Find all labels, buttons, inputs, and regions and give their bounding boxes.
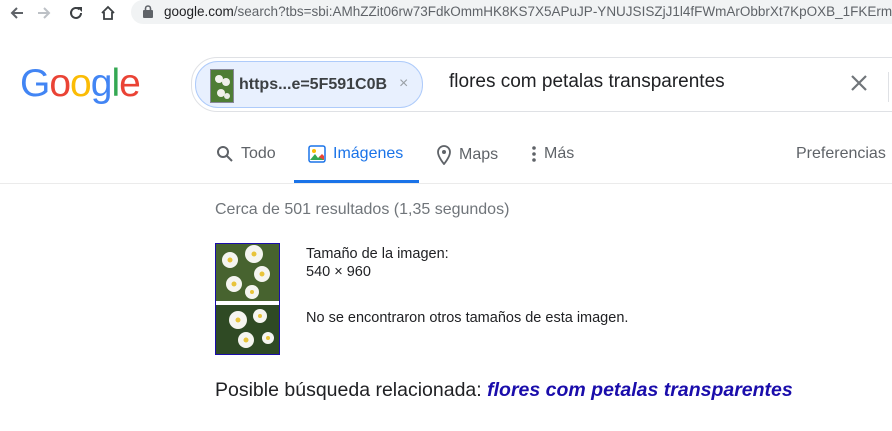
- tab-mas[interactable]: Más: [531, 145, 574, 163]
- tab-maps[interactable]: Maps: [436, 145, 498, 165]
- logo-letter: l: [111, 62, 120, 105]
- tab-label: Todo: [241, 145, 276, 162]
- map-pin-icon: [437, 145, 451, 165]
- image-icon: [308, 145, 326, 163]
- query-image-thumbnail[interactable]: [215, 243, 280, 355]
- logo-letter: g: [90, 62, 113, 105]
- google-logo[interactable]: Google: [20, 62, 141, 106]
- search-query-text[interactable]: flores com petalas transparentes: [449, 71, 725, 93]
- forward-button[interactable]: [33, 2, 55, 24]
- more-vert-icon: [532, 146, 536, 162]
- tab-imagenes[interactable]: Imágenes: [308, 145, 403, 163]
- logo-letter: o: [49, 62, 71, 105]
- preferences-link[interactable]: Preferencias: [796, 145, 886, 163]
- logo-letter: e: [119, 62, 141, 105]
- image-size-label: Tamaño de la imagen:: [306, 246, 449, 262]
- related-search: Posible búsqueda relacionada: flores com…: [215, 379, 793, 402]
- url-domain: google.com: [164, 4, 234, 19]
- tab-todo[interactable]: Todo: [216, 145, 276, 163]
- home-button[interactable]: [97, 2, 119, 24]
- browser-toolbar: google.com/search?tbs=sbi:AMhZZit06rw73F…: [0, 0, 892, 26]
- chip-thumbnail: [210, 69, 234, 103]
- preferences-label: Preferencias: [796, 145, 886, 162]
- related-search-prefix: Posible búsqueda relacionada:: [215, 379, 482, 401]
- related-search-link[interactable]: flores com petalas transparentes: [487, 379, 793, 401]
- no-other-sizes-text: No se encontraron otros tamaños de esta …: [306, 310, 629, 326]
- search-tabs: Todo Imágenes Maps Más Preferencias: [0, 140, 892, 184]
- back-button[interactable]: [6, 2, 28, 24]
- url-path: /search?tbs=sbi:AMhZZit06rw73FdkOmmHK8KS…: [233, 4, 892, 19]
- lock-icon: [143, 5, 153, 18]
- search-box[interactable]: https...e=5F591C0B × flores com petalas …: [191, 57, 892, 112]
- home-icon: [101, 5, 115, 20]
- reload-button[interactable]: [65, 2, 87, 24]
- url-text: google.com/search?tbs=sbi:AMhZZit06rw73F…: [164, 4, 892, 19]
- image-size-value: 540 × 960: [306, 264, 371, 280]
- tab-label: Maps: [459, 146, 499, 163]
- tab-label: Más: [544, 145, 575, 162]
- arrow-left-icon: [10, 7, 23, 19]
- result-stats: Cerca de 501 resultados (1,35 segundos): [215, 201, 510, 218]
- chip-close-icon[interactable]: ×: [399, 75, 408, 93]
- search-divider: [888, 72, 889, 102]
- tabs-divider: [0, 183, 892, 184]
- reload-icon: [70, 6, 82, 19]
- image-size-info: Tamaño de la imagen: 540 × 960: [306, 245, 449, 281]
- logo-letter: o: [70, 62, 92, 105]
- tab-label: Imágenes: [333, 145, 404, 162]
- clear-search-icon[interactable]: [847, 71, 871, 95]
- image-search-chip[interactable]: https...e=5F591C0B ×: [195, 61, 423, 108]
- arrow-right-icon: [38, 7, 51, 19]
- logo-letter: G: [20, 62, 50, 105]
- address-bar[interactable]: google.com/search?tbs=sbi:AMhZZit06rw73F…: [131, 0, 892, 24]
- search-icon: [217, 146, 233, 162]
- chip-label: https...e=5F591C0B: [239, 76, 388, 93]
